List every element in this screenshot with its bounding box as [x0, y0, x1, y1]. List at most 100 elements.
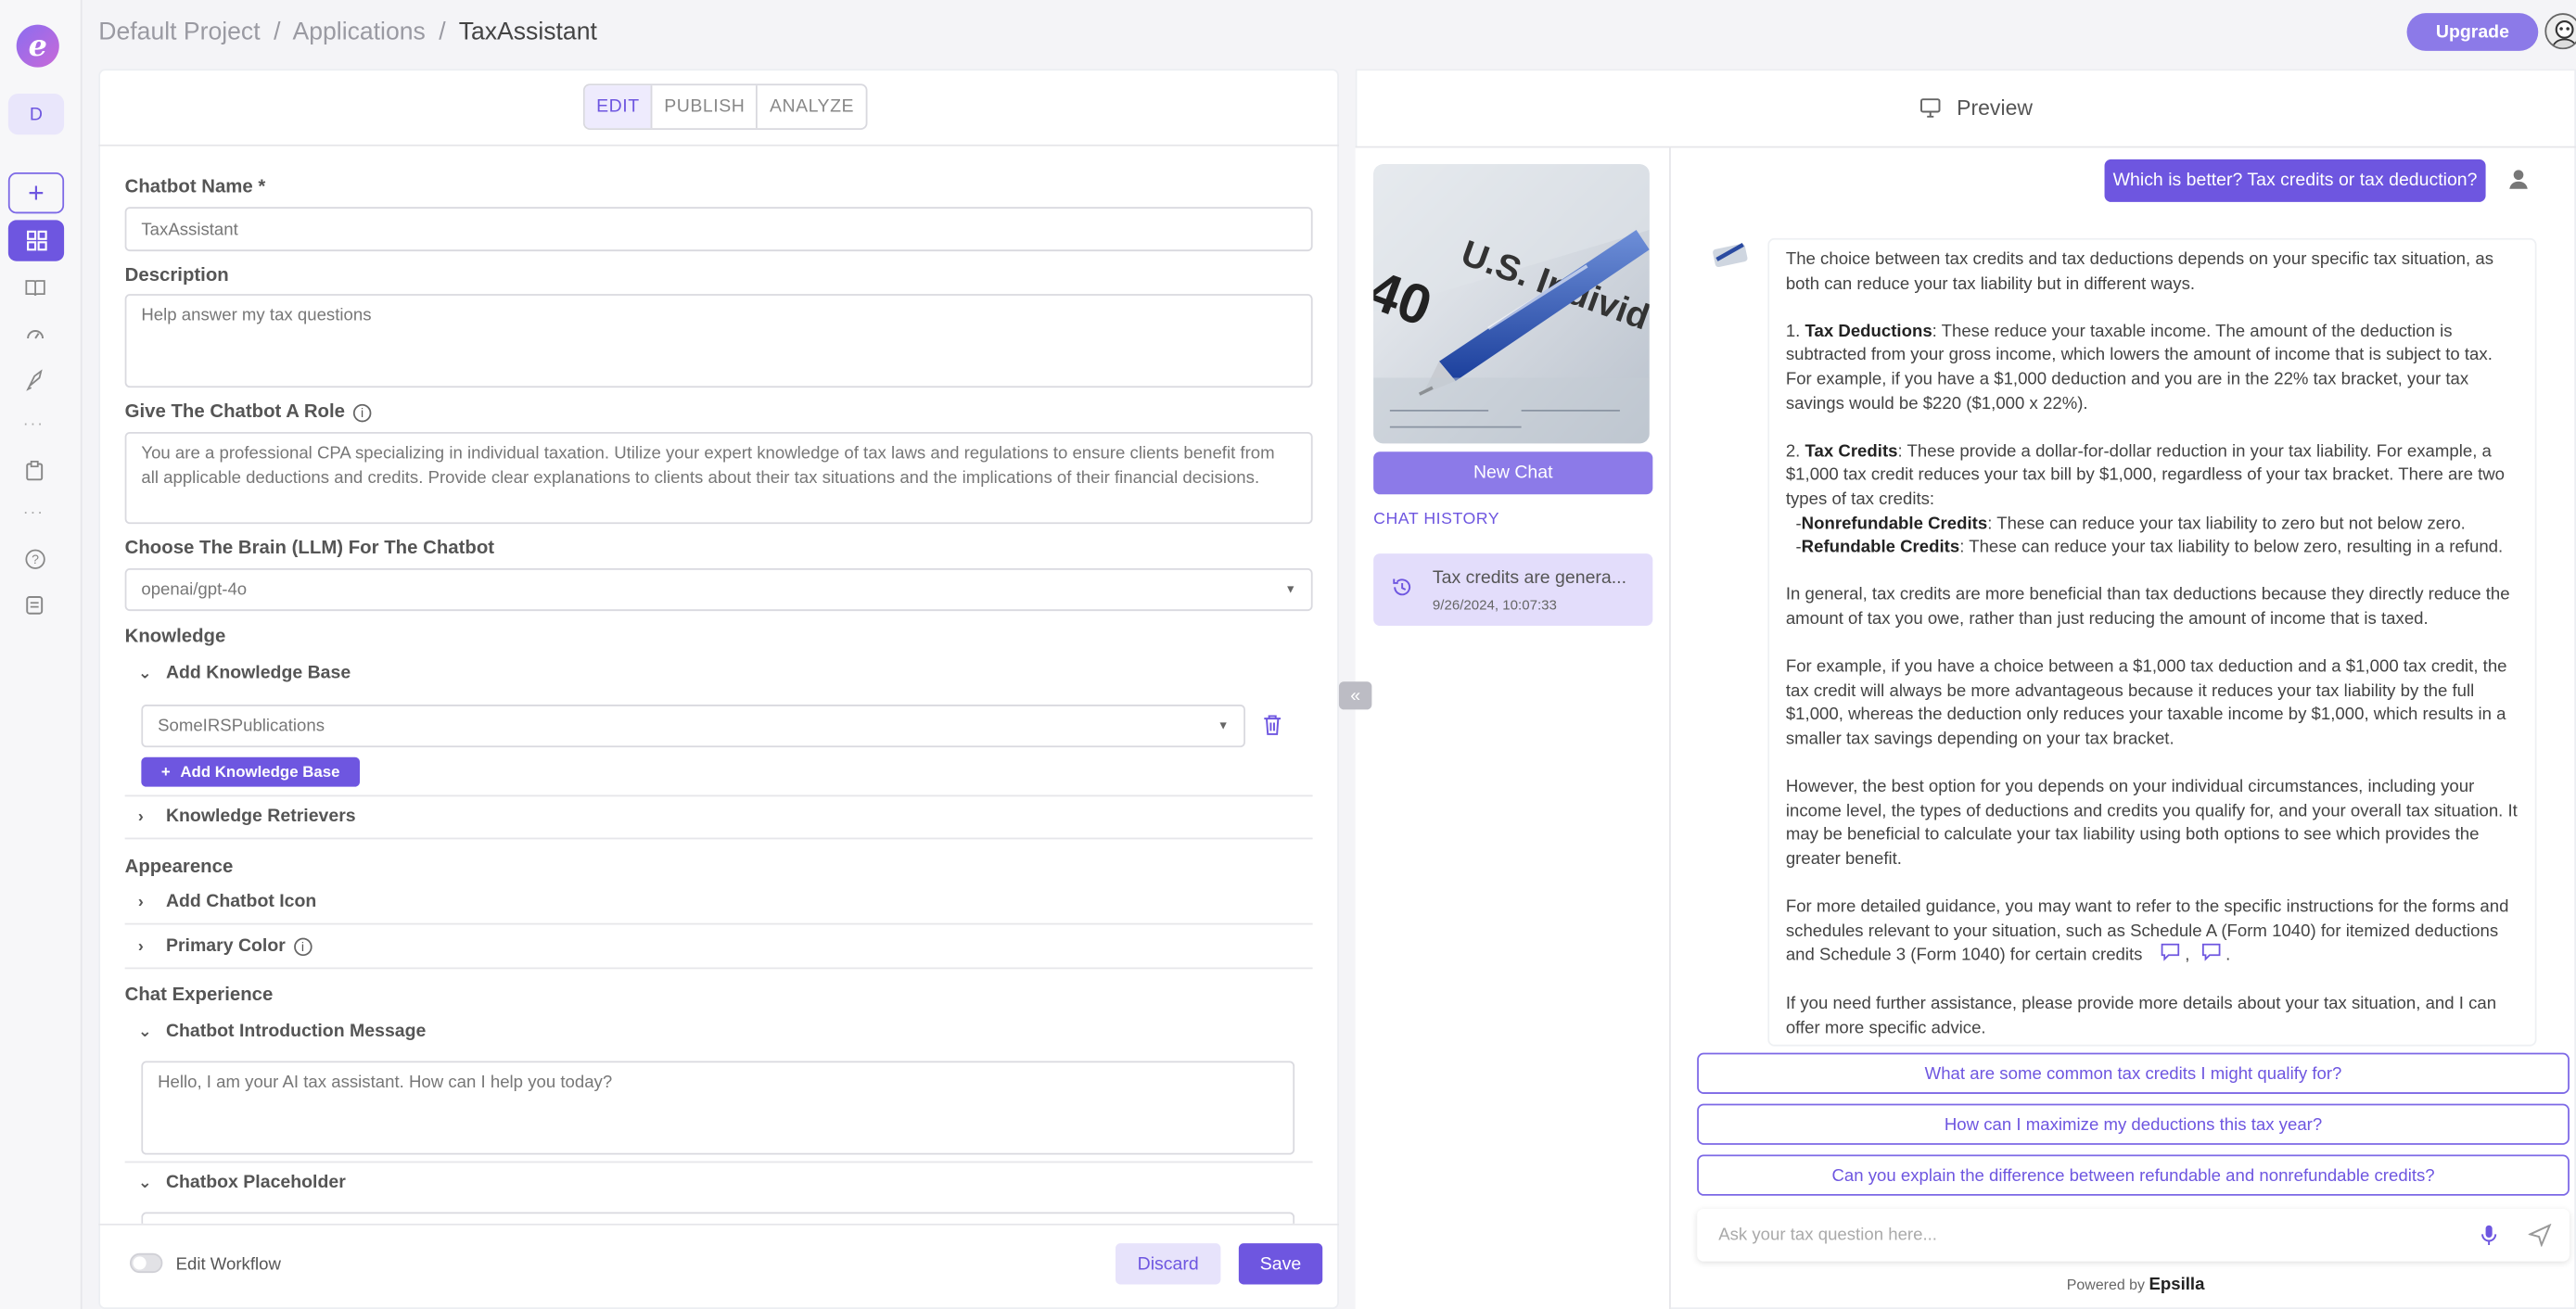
- divider: [124, 1161, 1313, 1163]
- discard-button[interactable]: Discard: [1115, 1243, 1221, 1285]
- answer-list-item: -Nonrefundable Credits: These can reduce…: [1795, 513, 2466, 533]
- section-label: Chatbot Introduction Message: [165, 1021, 427, 1042]
- save-button[interactable]: Save: [1238, 1243, 1323, 1285]
- suggestion-button[interactable]: Can you explain the difference between r…: [1697, 1154, 2570, 1196]
- edit-workflow-label: Edit Workflow: [175, 1254, 281, 1275]
- separator-dots: ···: [22, 503, 45, 523]
- chat-history-label: CHAT HISTORY: [1373, 510, 1500, 529]
- powered-by: Powered by Epsilla: [2066, 1274, 2205, 1295]
- chatbot-name-input[interactable]: TaxAssistant: [124, 207, 1313, 252]
- user-message: Which is better? Tax credits or tax dedu…: [2104, 159, 2486, 202]
- knowledge-base-select[interactable]: SomeIRSPublications ▼: [141, 705, 1245, 748]
- gauge-icon[interactable]: [21, 320, 47, 346]
- svg-text:?: ?: [31, 552, 38, 566]
- chevron-down-icon: ⌄: [137, 664, 152, 683]
- chatbox-placeholder-input[interactable]: [141, 1212, 1295, 1224]
- tab-edit[interactable]: EDIT: [584, 85, 653, 129]
- bot-answer: The choice between tax credits and tax d…: [1767, 237, 2537, 1047]
- description-input[interactable]: Help answer my tax questions: [124, 294, 1313, 388]
- primary-color-section[interactable]: › Primary Color i: [138, 936, 312, 956]
- user-icon: [2507, 168, 2531, 199]
- history-item-time: 9/26/2024, 10:07:33: [1432, 596, 1557, 613]
- apps-icon[interactable]: [7, 220, 65, 261]
- suggestion-button[interactable]: How can I maximize my deductions this ta…: [1697, 1103, 2570, 1145]
- answer-paragraph: 2. Tax Credits: These provide a dollar-f…: [1785, 441, 2506, 510]
- add-knowledge-base-section[interactable]: ⌄ Add Knowledge Base: [138, 664, 351, 683]
- notes-icon[interactable]: [21, 591, 47, 617]
- intro-message-section[interactable]: ⌄ Chatbot Introduction Message: [138, 1022, 427, 1041]
- answer-paragraph: For example, if you have a choice betwee…: [1785, 656, 2507, 749]
- chatbot-name-label: Chatbot Name *: [124, 177, 266, 197]
- brain-select[interactable]: openai/gpt-4o ▼: [124, 568, 1313, 612]
- info-icon[interactable]: i: [293, 936, 312, 956]
- intro-message-input[interactable]: Hello, I am your AI tax assistant. How c…: [141, 1061, 1295, 1155]
- role-input[interactable]: You are a professional CPA specializing …: [124, 431, 1313, 525]
- microphone-icon[interactable]: [2479, 1224, 2498, 1255]
- breadcrumb-separator: /: [439, 18, 446, 46]
- divider: [98, 1223, 1339, 1226]
- chevron-down-icon: ⌄: [137, 1173, 152, 1192]
- chat-input[interactable]: Ask your tax question here...: [1697, 1208, 2570, 1262]
- answer-paragraph: The choice between tax credits and tax d…: [1785, 249, 2494, 294]
- chat-experience-label: Chat Experience: [124, 985, 274, 1006]
- add-chatbot-icon-section[interactable]: › Add Chatbot Icon: [138, 892, 317, 911]
- tab-publish[interactable]: PUBLISH: [653, 85, 759, 129]
- add-knowledge-base-button-label: Add Knowledge Base: [180, 762, 340, 782]
- history-item-title: Tax credits are genera...: [1432, 568, 1627, 589]
- info-icon[interactable]: i: [352, 403, 372, 423]
- monitor-icon: [1920, 98, 1941, 118]
- separator-dots: ···: [22, 415, 45, 434]
- plus-icon[interactable]: +: [7, 172, 65, 214]
- chevron-right-icon: ›: [137, 936, 144, 956]
- knowledge-retrievers-section[interactable]: › Knowledge Retrievers: [138, 807, 356, 826]
- workspace-avatar[interactable]: D: [7, 93, 65, 135]
- section-label: Add Chatbot Icon: [165, 892, 317, 912]
- answer-list-item: -Refundable Credits: These can reduce yo…: [1795, 537, 2504, 557]
- section-label: Add Knowledge Base: [165, 663, 351, 684]
- new-chat-button[interactable]: New Chat: [1373, 451, 1653, 495]
- trash-icon[interactable]: [1262, 713, 1283, 745]
- section-label: Primary Color: [165, 935, 286, 957]
- chat-history-item[interactable]: Tax credits are genera... 9/26/2024, 10:…: [1373, 553, 1653, 627]
- citation-icon[interactable]: [2161, 943, 2180, 969]
- add-knowledge-base-button[interactable]: + Add Knowledge Base: [141, 756, 361, 787]
- breadcrumb-applications[interactable]: Applications: [293, 18, 426, 45]
- chatbot-cover-image: U.S. Individ 40: [1373, 164, 1650, 444]
- book-icon[interactable]: [21, 274, 47, 300]
- logo-icon[interactable]: e: [16, 24, 59, 68]
- breadcrumb-project[interactable]: Default Project: [98, 18, 260, 45]
- divider: [124, 967, 1313, 970]
- suggestion-button[interactable]: What are some common tax credits I might…: [1697, 1052, 2570, 1094]
- send-icon[interactable]: [2527, 1223, 2552, 1255]
- user-avatar[interactable]: [2544, 13, 2576, 50]
- brain-label: Choose The Brain (LLM) For The Chatbot: [124, 539, 495, 559]
- divider: [124, 922, 1313, 925]
- divider: [124, 837, 1313, 840]
- bot-avatar-icon: [1712, 240, 1748, 270]
- help-icon[interactable]: ?: [21, 545, 47, 571]
- history-icon: [1392, 577, 1413, 606]
- section-label: Knowledge Retrievers: [165, 806, 356, 827]
- brand-name[interactable]: Epsilla: [2149, 1275, 2204, 1294]
- edit-workflow-toggle[interactable]: [129, 1252, 163, 1274]
- upgrade-button[interactable]: Upgrade: [2406, 13, 2539, 51]
- preview-header: Preview: [1919, 95, 2033, 120]
- breadcrumb-separator: /: [274, 18, 281, 46]
- tab-analyze[interactable]: ANALYZE: [759, 85, 866, 128]
- citation-icon[interactable]: [2201, 943, 2221, 969]
- divider: [124, 794, 1313, 797]
- answer-paragraph: For more detailed guidance, you may want…: [1786, 896, 2519, 969]
- chevron-right-icon: ›: [137, 892, 144, 911]
- chevron-down-icon: ▼: [1284, 583, 1296, 596]
- knowledge-label: Knowledge: [124, 627, 226, 648]
- knowledge-base-value: SomeIRSPublications: [158, 716, 325, 736]
- editor-tabs: EDIT PUBLISH ANALYZE: [582, 83, 868, 130]
- brain-select-value: openai/gpt-4o: [141, 579, 248, 600]
- collapse-icon[interactable]: «: [1338, 681, 1372, 710]
- role-label: Give The Chatbot A Role i: [125, 402, 372, 423]
- chatbox-placeholder-section[interactable]: ⌄ Chatbox Placeholder: [138, 1173, 346, 1192]
- section-label: Chatbox Placeholder: [165, 1172, 346, 1193]
- clipboard-icon[interactable]: [21, 457, 47, 483]
- rocket-icon[interactable]: [21, 366, 47, 392]
- chevron-right-icon: ›: [137, 807, 144, 826]
